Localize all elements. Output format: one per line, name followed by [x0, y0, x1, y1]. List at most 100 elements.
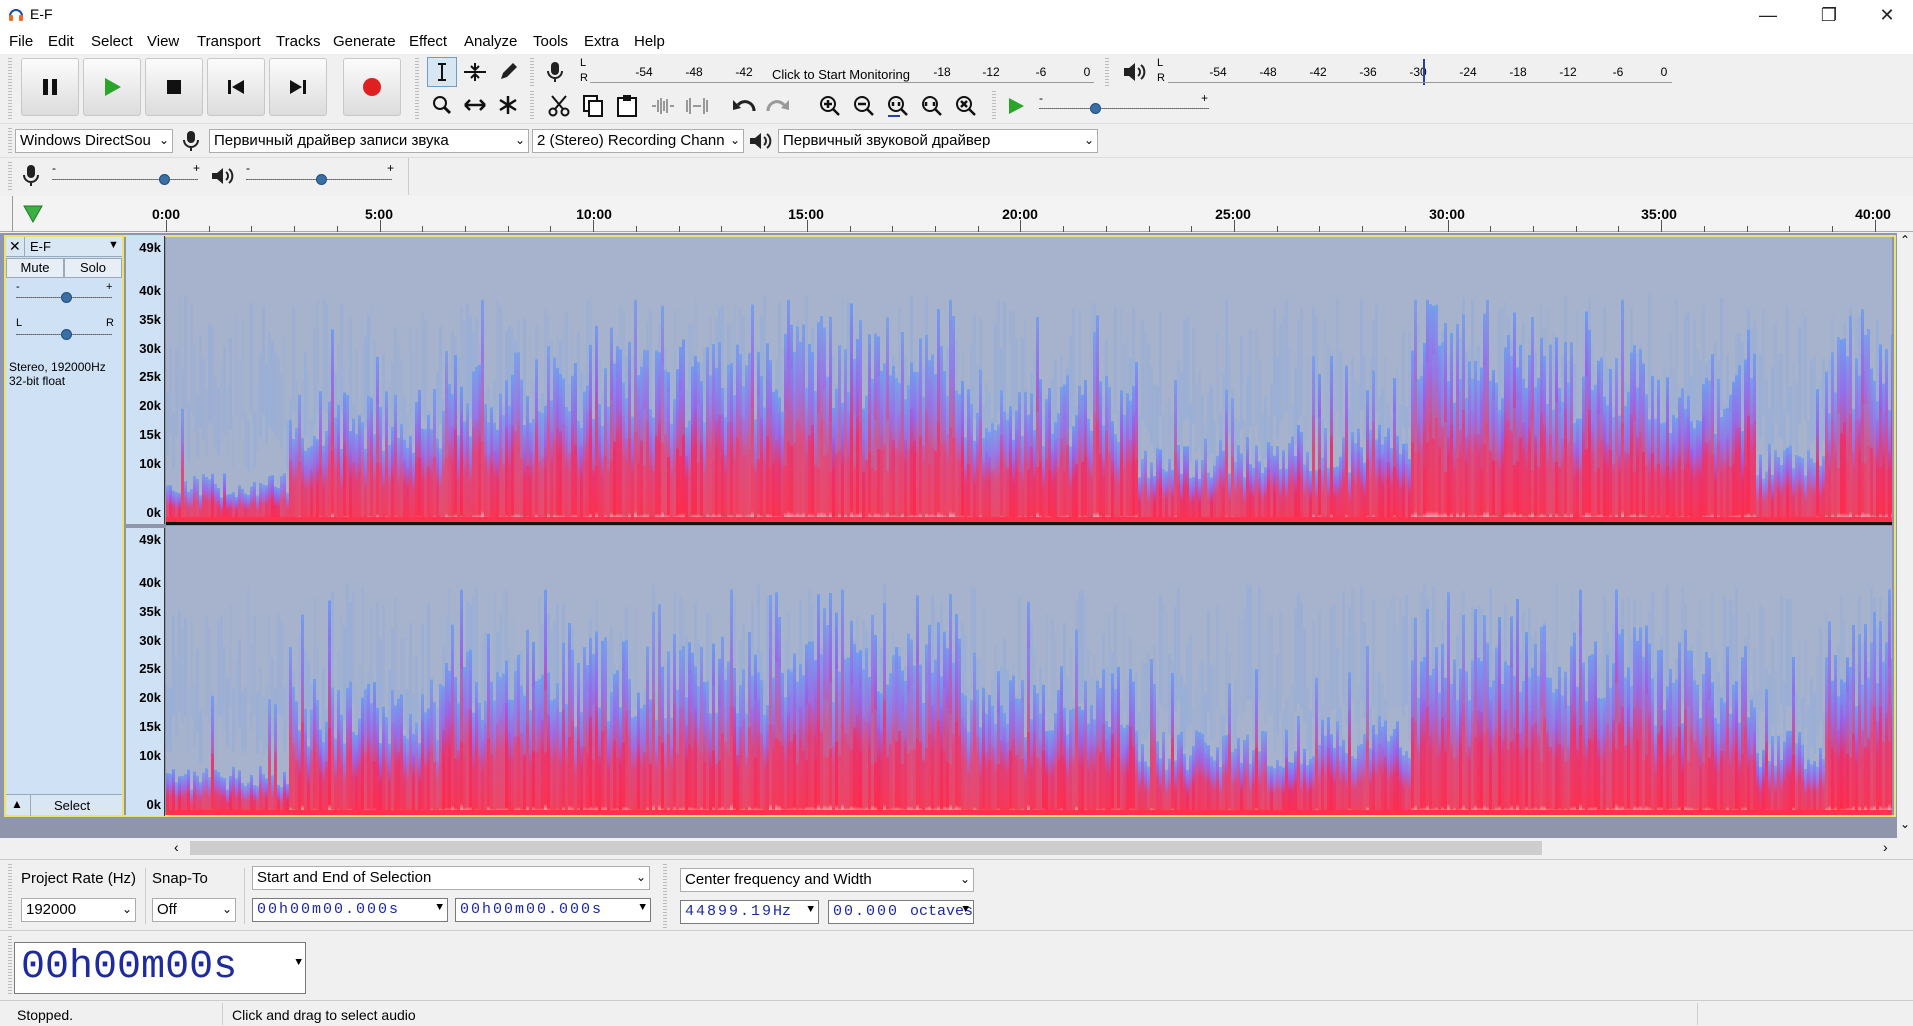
project-rate-select[interactable]: 192000 ⌄	[21, 898, 136, 922]
spectrogram-left-channel[interactable]	[166, 237, 1892, 522]
time-format-dropdown-icon[interactable]: ▼	[295, 957, 302, 969]
scroll-down-arrow-icon[interactable]: ⌄	[1900, 817, 1910, 831]
gain-slider-thumb[interactable]	[61, 292, 72, 303]
paste-button[interactable]	[612, 91, 642, 121]
menu-edit[interactable]: Edit	[48, 33, 74, 50]
play-button[interactable]	[83, 58, 141, 116]
menu-extra[interactable]: Extra	[584, 33, 619, 50]
start-monitoring-label[interactable]: Click to Start Monitoring	[772, 67, 910, 82]
redo-button[interactable]	[763, 91, 793, 121]
audio-position-display[interactable]: 00h00m00s ▼	[14, 942, 306, 994]
copy-button[interactable]	[578, 91, 608, 121]
vertical-scrollbar[interactable]: ⌃ ⌄	[1897, 233, 1913, 838]
play-at-speed-button[interactable]	[1001, 91, 1031, 121]
track-control-panel[interactable]: ✕ E-F ▼ Mute Solo - + L R Stereo, 192000…	[4, 235, 124, 817]
play-meter[interactable]: -54 -48 -42 -36 -30 -24 -18 -12 -6 0	[1168, 56, 1672, 88]
spectral-selection-mode-select[interactable]: Center frequency and Width ⌄	[680, 868, 974, 892]
menu-analyze[interactable]: Analyze	[464, 33, 517, 50]
toolbar-grip[interactable]	[8, 58, 12, 120]
toolbar-grip[interactable]	[415, 58, 419, 120]
toolbar-grip[interactable]	[8, 936, 12, 994]
track-name-menu[interactable]: E-F	[30, 239, 51, 254]
toolbar-grip[interactable]	[1105, 58, 1109, 88]
time-shift-tool[interactable]	[460, 90, 490, 120]
selection-mode-select[interactable]: Start and End of Selection ⌄	[252, 866, 650, 890]
playback-device-select[interactable]: Первичный звуковой драйвер ⌄	[778, 129, 1098, 153]
toolbar-grip[interactable]	[8, 864, 12, 928]
toolbar-grip[interactable]	[530, 58, 534, 88]
bandwidth-format-dropdown-icon[interactable]: ▼	[962, 904, 971, 916]
skip-to-end-button[interactable]	[269, 58, 327, 116]
pan-slider-thumb[interactable]	[61, 329, 72, 340]
record-volume-slider[interactable]	[52, 179, 198, 180]
recording-device-select[interactable]: Первичный драйвер записи звука ⌄	[209, 129, 529, 153]
toolbar-grip[interactable]	[8, 128, 12, 154]
timeline-ruler[interactable]: 0:00 5:00 10:00 15:00 20:00 25:00 30:00 …	[0, 196, 1913, 232]
time-format-dropdown-icon[interactable]: ▼	[639, 902, 648, 914]
skip-to-start-button[interactable]	[207, 58, 265, 116]
collapse-track-icon[interactable]: ▲	[11, 797, 23, 811]
silence-button[interactable]	[682, 91, 712, 121]
menu-select[interactable]: Select	[91, 33, 133, 50]
draw-tool[interactable]	[493, 57, 523, 87]
menu-transport[interactable]: Transport	[197, 33, 261, 50]
minimize-button[interactable]: —	[1745, 0, 1791, 30]
play-speed-slider[interactable]	[1039, 108, 1209, 109]
menu-help[interactable]: Help	[634, 33, 665, 50]
close-button[interactable]: ✕	[1864, 0, 1910, 30]
record-meter-microphone-icon[interactable]	[544, 60, 566, 84]
frequency-format-dropdown-icon[interactable]: ▼	[807, 904, 816, 916]
horizontal-scrollbar[interactable]: ‹ ›	[0, 838, 1913, 858]
track-menu-dropdown-icon[interactable]: ▼	[108, 239, 119, 251]
mute-button[interactable]: Mute	[6, 258, 64, 278]
undo-button[interactable]	[729, 91, 759, 121]
menu-view[interactable]: View	[147, 33, 179, 50]
spectrogram-right-channel[interactable]	[166, 526, 1892, 815]
record-button[interactable]	[343, 58, 401, 116]
horizontal-scroll-thumb[interactable]	[190, 841, 1542, 855]
zoom-out-button[interactable]	[849, 91, 879, 121]
center-frequency-field[interactable]: 44899.19Hz ▼	[680, 900, 819, 924]
record-volume-thumb[interactable]	[159, 174, 170, 185]
stop-button[interactable]	[145, 58, 203, 116]
trim-button[interactable]	[648, 91, 678, 121]
select-track-button[interactable]: Select	[54, 798, 90, 813]
multi-tool[interactable]	[493, 90, 523, 120]
zoom-in-button[interactable]	[815, 91, 845, 121]
zoom-tool[interactable]	[427, 90, 457, 120]
selection-start-time[interactable]: 00h00m00.000s ▼	[252, 898, 448, 922]
toolbar-grip[interactable]	[530, 91, 534, 121]
record-meter[interactable]: -54 -48 -42 Click to Start Monitoring -1…	[590, 56, 1094, 88]
toolbar-grip[interactable]	[8, 162, 12, 190]
snap-to-select[interactable]: Off ⌄	[152, 898, 236, 922]
zoom-toggle-button[interactable]	[951, 91, 981, 121]
menu-tools[interactable]: Tools	[533, 33, 568, 50]
pause-button[interactable]	[21, 58, 79, 116]
fit-selection-button[interactable]	[883, 91, 913, 121]
playback-volume-thumb[interactable]	[316, 174, 327, 185]
frequency-ruler[interactable]: 49k 40k 35k 30k 25k 20k 15k 10k 0k 49k 40k 35k 30k 2…	[126, 236, 165, 816]
menu-tracks[interactable]: Tracks	[276, 33, 320, 50]
menu-file[interactable]: File	[9, 33, 33, 50]
play-speed-thumb[interactable]	[1090, 103, 1101, 114]
track-area[interactable]: ✕ E-F ▼ Mute Solo - + L R Stereo, 192000…	[0, 233, 1913, 838]
play-meter-speaker-icon[interactable]	[1121, 60, 1147, 84]
toolbar-grip[interactable]	[992, 91, 996, 121]
recording-channels-select[interactable]: 2 (Stereo) Recording Chann ⌄	[532, 129, 744, 153]
toolbar-grip[interactable]	[663, 864, 667, 928]
selection-end-time[interactable]: 00h00m00.000s ▼	[455, 898, 651, 922]
fit-project-button[interactable]	[917, 91, 947, 121]
time-format-dropdown-icon[interactable]: ▼	[436, 902, 445, 914]
menu-generate[interactable]: Generate	[333, 33, 396, 50]
menu-effect[interactable]: Effect	[409, 33, 447, 50]
cut-button[interactable]	[544, 91, 574, 121]
scroll-right-arrow-icon[interactable]: ›	[1883, 839, 1888, 855]
audio-host-select[interactable]: Windows DirectSou ⌄	[15, 129, 173, 153]
envelope-tool[interactable]	[460, 57, 490, 87]
scroll-left-arrow-icon[interactable]: ‹	[174, 839, 179, 855]
close-track-icon[interactable]: ✕	[9, 238, 21, 255]
solo-button[interactable]: Solo	[64, 258, 122, 278]
bandwidth-field[interactable]: 00.000 octaves ▼	[828, 900, 974, 924]
selection-tool[interactable]	[427, 57, 457, 87]
restore-button[interactable]: ❐	[1806, 0, 1852, 30]
